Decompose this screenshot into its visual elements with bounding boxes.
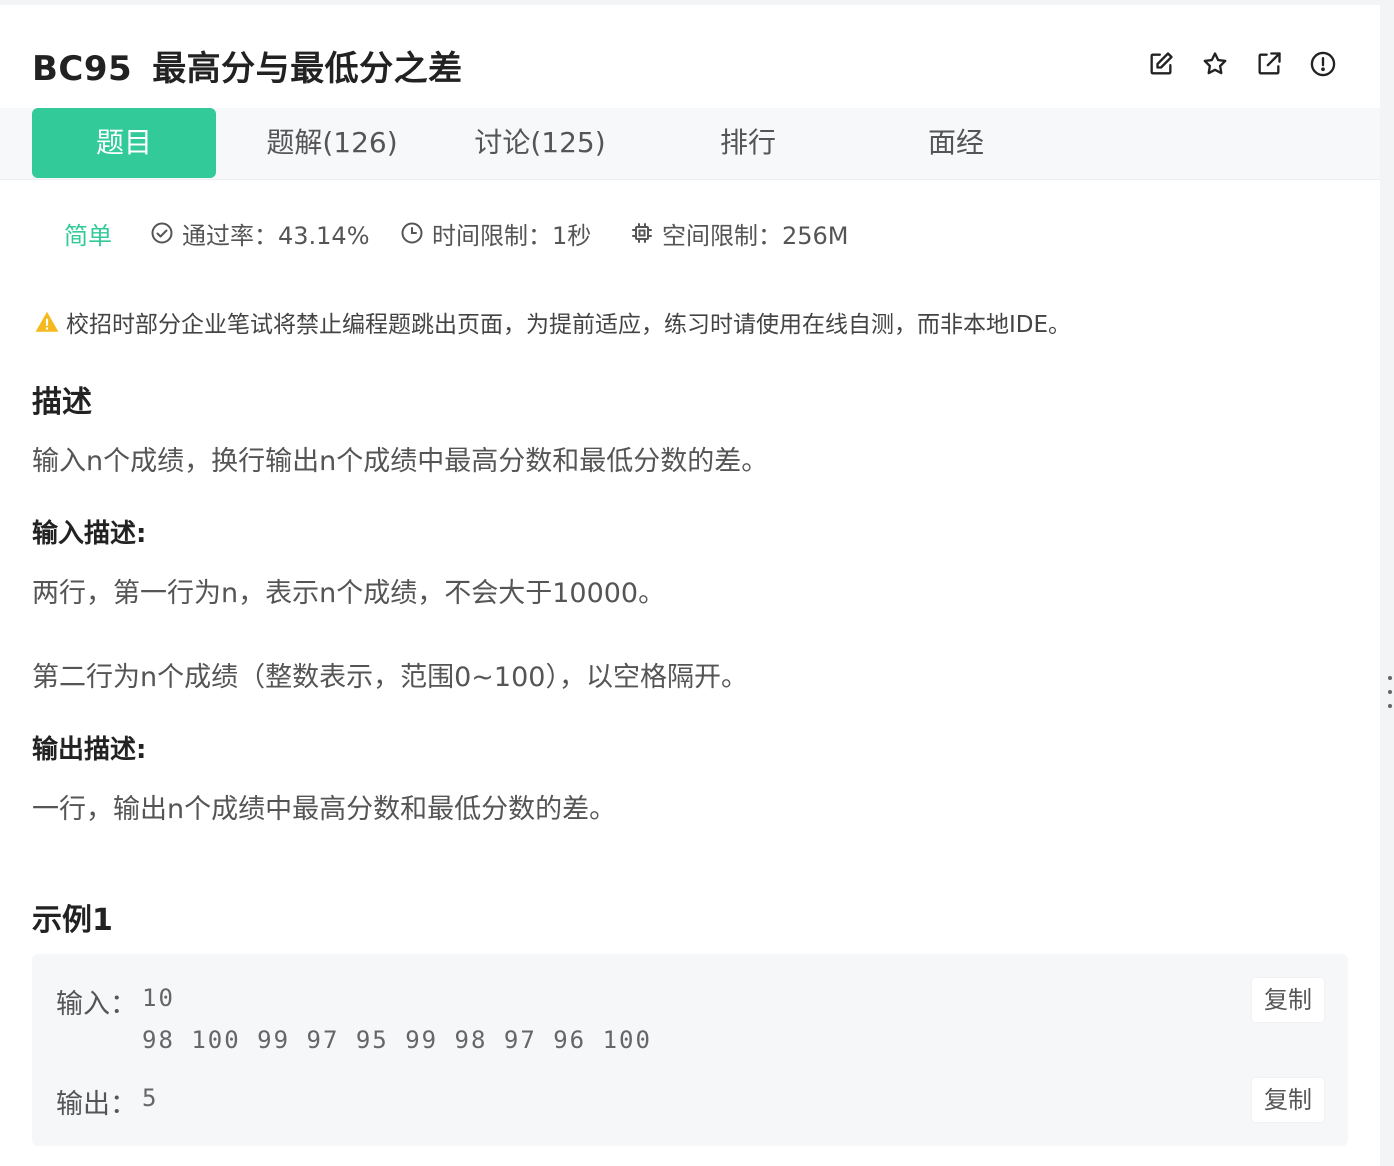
output-desc-text: 一行，输出n个成绩中最高分数和最低分数的差。 [32,794,617,825]
tab-ranking[interactable]: 排行 [700,108,796,178]
warning-text: 校招时部分企业笔试将禁止编程题跳出页面，为提前适应，练习时请使用在线自测，而非本… [66,312,1072,338]
clock-icon [401,222,423,244]
problem-header: BC95 最高分与最低分之差 [0,5,1380,108]
tab-interview[interactable]: 面经 [908,108,1004,178]
input-desc-heading: 输入描述: [32,519,147,549]
time-limit: 时间限制：1秒 [400,213,591,253]
handle-dot [1388,704,1392,708]
description-heading: 描述 [32,385,92,420]
handle-dot [1388,690,1392,694]
input-desc-line1: 两行，第一行为n，表示n个成绩，不会大于10000。 [32,578,666,609]
example-heading: 示例1 [32,903,113,938]
share-icon[interactable] [1254,49,1284,79]
memory-limit-text: 空间限制：256M [662,221,849,250]
page-title: BC95 最高分与最低分之差 [32,41,463,90]
chip-icon [632,223,652,243]
output-desc-heading: 输出描述: [32,735,147,765]
example-input-line1[interactable]: 10 [142,984,175,1012]
problem-page: BC95 最高分与最低分之差 题目 题解(126) 讨论(125) 排行 面经 … [0,5,1380,1166]
example-box: 输入： 10 98 100 99 97 95 99 98 97 96 100 复… [32,954,1348,1146]
problem-title: 最高分与最低分之差 [152,49,463,89]
star-icon[interactable] [1200,49,1230,79]
example-output-label: 输出： [56,1089,137,1120]
check-circle-icon [151,222,173,244]
example-input-label: 输入： [56,989,137,1020]
memory-limit: 空间限制：256M [630,213,849,253]
example-output-value[interactable]: 5 [142,1084,158,1112]
description-text: 输入n个成绩，换行输出n个成绩中最高分数和最低分数的差。 [32,446,769,477]
difficulty-badge: 简单 [64,221,112,250]
tab-discussion[interactable]: 讨论(125) [460,108,620,178]
tab-bar: 题目 题解(126) 讨论(125) 排行 面经 [0,108,1380,180]
pass-rate: 通过率：43.14% [150,213,370,253]
pass-rate-text: 通过率：43.14% [182,221,370,250]
input-desc-line2: 第二行为n个成绩（整数表示，范围0~100），以空格隔开。 [32,662,748,693]
copy-output-button[interactable]: 复制 [1252,1078,1324,1122]
tab-problem[interactable]: 题目 [32,108,216,178]
example-input-line2[interactable]: 98 100 99 97 95 99 98 97 96 100 [142,1026,652,1054]
tab-solutions[interactable]: 题解(126) [250,108,414,178]
warning-icon [35,311,59,332]
report-icon[interactable] [1308,49,1338,79]
problem-code: BC95 [32,49,133,89]
copy-input-button[interactable]: 复制 [1252,978,1324,1022]
edit-icon[interactable] [1146,49,1176,79]
exam-warning: 校招时部分企业笔试将禁止编程题跳出页面，为提前适应，练习时请使用在线自测，而非本… [34,305,1071,339]
panel-resize-handle[interactable] [1386,676,1394,708]
problem-meta: 简单 通过率：43.14% 时间限制：1秒 空间限制：256M [0,213,1380,253]
header-actions [1146,49,1338,79]
handle-dot [1388,676,1392,680]
time-limit-text: 时间限制：1秒 [432,221,592,250]
